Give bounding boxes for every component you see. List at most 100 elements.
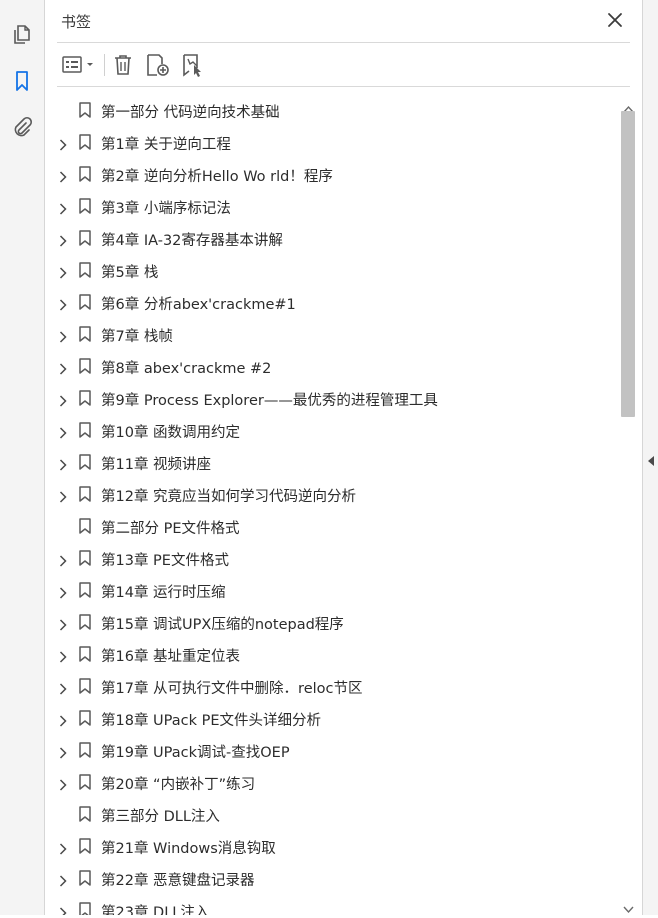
bookmark-structure-icon	[183, 54, 201, 77]
bookmark-label: 第1章 关于逆向工程	[101, 137, 231, 153]
bookmark-label: 第13章 PE文件格式	[101, 553, 229, 569]
bookmark-item[interactable]: 第2章 逆向分析Hello Wo rld！程序	[45, 158, 620, 190]
chevron-right-icon[interactable]	[59, 296, 67, 311]
chevron-right-icon[interactable]	[59, 232, 67, 247]
bookmark-item[interactable]: 第11章 视频讲座	[45, 446, 620, 478]
chevron-right-icon[interactable]	[59, 488, 67, 503]
new-bookmark-button[interactable]	[145, 52, 171, 78]
bookmark-icon	[79, 518, 91, 534]
bookmark-icon	[79, 806, 91, 822]
bookmark-item[interactable]: 第8章 abex'crackme #2	[45, 350, 620, 382]
bookmark-icon	[79, 326, 91, 342]
bookmark-label: 第2章 逆向分析Hello Wo rld！程序	[101, 169, 333, 185]
chevron-right-icon[interactable]	[59, 616, 67, 631]
chevron-right-icon[interactable]	[59, 456, 67, 471]
bookmark-label: 第10章 函数调用约定	[101, 425, 241, 441]
bookmark-item[interactable]: 第7章 栈帧	[45, 318, 620, 350]
bookmark-icon	[79, 294, 91, 310]
bookmark-icon	[79, 166, 91, 182]
collapse-panel-icon[interactable]	[647, 452, 655, 466]
bookmark-item[interactable]: 第16章 基址重定位表	[45, 638, 620, 670]
bookmark-item[interactable]: 第二部分 PE文件格式	[45, 510, 620, 542]
chevron-right-icon[interactable]	[59, 168, 67, 183]
panel-title: 书签	[61, 13, 92, 31]
vertical-scrollbar[interactable]	[620, 94, 637, 915]
bookmark-label: 第17章 从可执行文件中删除．reloc节区	[101, 681, 363, 697]
bookmark-tree: 第一部分 代码逆向技术基础第1章 关于逆向工程第2章 逆向分析Hello Wo …	[45, 94, 620, 915]
bookmark-item[interactable]: 第23章 DLL注入	[45, 894, 620, 915]
bookmark-label: 第二部分 PE文件格式	[101, 521, 240, 537]
bookmark-item[interactable]: 第三部分 DLL注入	[45, 798, 620, 830]
scroll-down-icon[interactable]	[623, 899, 634, 914]
chevron-right-icon[interactable]	[59, 328, 67, 343]
chevron-right-icon[interactable]	[59, 680, 67, 695]
bookmark-item[interactable]: 第5章 栈	[45, 254, 620, 286]
chevron-right-icon[interactable]	[59, 360, 67, 375]
toolbar-divider	[57, 86, 630, 87]
attachments-icon[interactable]	[11, 116, 33, 138]
bookmark-icon	[79, 454, 91, 470]
bookmark-item[interactable]: 第18章 UPack PE文件头详细分析	[45, 702, 620, 734]
panel-header: 书签	[45, 0, 642, 42]
bookmark-icon	[79, 870, 91, 886]
bookmark-label: 第5章 栈	[101, 265, 159, 281]
scroll-up-icon[interactable]	[623, 98, 634, 113]
bookmark-item[interactable]: 第22章 恶意键盘记录器	[45, 862, 620, 894]
add-bookmark-icon	[147, 54, 169, 76]
options-dropdown-button[interactable]	[59, 52, 99, 78]
bookmark-icon	[79, 582, 91, 598]
bookmark-icon	[79, 230, 91, 246]
bookmarks-panel-icon[interactable]	[11, 70, 33, 92]
new-bookmark-from-structure-button[interactable]	[179, 52, 207, 78]
bookmark-item[interactable]: 第10章 函数调用约定	[45, 414, 620, 446]
bookmark-item[interactable]: 第一部分 代码逆向技术基础	[45, 94, 620, 126]
bookmark-icon	[79, 838, 91, 854]
bookmark-item[interactable]: 第6章 分析abex'crackme#1	[45, 286, 620, 318]
bookmark-label: 第11章 视频讲座	[101, 457, 212, 473]
chevron-right-icon[interactable]	[59, 744, 67, 759]
chevron-right-icon[interactable]	[59, 904, 67, 915]
trash-icon	[115, 55, 131, 75]
bookmark-label: 第19章 UPack调试-查找OEP	[101, 745, 290, 761]
bookmark-label: 第22章 恶意键盘记录器	[101, 873, 255, 889]
delete-bookmark-button[interactable]	[111, 52, 135, 78]
chevron-right-icon[interactable]	[59, 200, 67, 215]
bookmark-icon	[79, 358, 91, 374]
bookmark-label: 第18章 UPack PE文件头详细分析	[101, 713, 322, 729]
bookmark-icon	[79, 550, 91, 566]
bookmark-item[interactable]: 第9章 Process Explorer——最优秀的进程管理工具	[45, 382, 620, 414]
bookmark-item[interactable]: 第12章 究竟应当如何学习代码逆向分析	[45, 478, 620, 510]
bookmark-item[interactable]: 第4章 IA-32寄存器基本讲解	[45, 222, 620, 254]
bookmark-item[interactable]: 第13章 PE文件格式	[45, 542, 620, 574]
bookmark-item[interactable]: 第21章 Windows消息钩取	[45, 830, 620, 862]
close-icon[interactable]	[605, 10, 625, 30]
scroll-thumb[interactable]	[621, 111, 635, 417]
chevron-right-icon[interactable]	[59, 552, 67, 567]
chevron-right-icon[interactable]	[59, 872, 67, 887]
chevron-right-icon[interactable]	[59, 776, 67, 791]
chevron-right-icon[interactable]	[59, 712, 67, 727]
bookmark-label: 第14章 运行时压缩	[101, 585, 226, 601]
bookmark-icon	[79, 710, 91, 726]
bookmark-icon	[79, 198, 91, 214]
chevron-right-icon[interactable]	[59, 264, 67, 279]
chevron-right-icon[interactable]	[59, 840, 67, 855]
bookmark-label: 第8章 abex'crackme #2	[101, 361, 272, 377]
bookmark-item[interactable]: 第14章 运行时压缩	[45, 574, 620, 606]
bookmark-item[interactable]: 第19章 UPack调试-查找OEP	[45, 734, 620, 766]
bookmark-label: 第21章 Windows消息钩取	[101, 841, 276, 857]
bookmark-icon	[79, 262, 91, 278]
page-thumbnails-icon[interactable]	[11, 24, 33, 46]
bookmark-icon	[79, 902, 91, 915]
bookmark-item[interactable]: 第3章 小端序标记法	[45, 190, 620, 222]
bookmark-item[interactable]: 第1章 关于逆向工程	[45, 126, 620, 158]
chevron-right-icon[interactable]	[59, 424, 67, 439]
chevron-right-icon[interactable]	[59, 584, 67, 599]
bookmark-item[interactable]: 第15章 调试UPX压缩的notepad程序	[45, 606, 620, 638]
bookmark-item[interactable]: 第20章 “内嵌补丁”练习	[45, 766, 620, 798]
bookmark-item[interactable]: 第17章 从可执行文件中删除．reloc节区	[45, 670, 620, 702]
chevron-right-icon[interactable]	[59, 392, 67, 407]
chevron-right-icon[interactable]	[59, 136, 67, 151]
bookmark-label: 第12章 究竟应当如何学习代码逆向分析	[101, 489, 357, 505]
chevron-right-icon[interactable]	[59, 648, 67, 663]
